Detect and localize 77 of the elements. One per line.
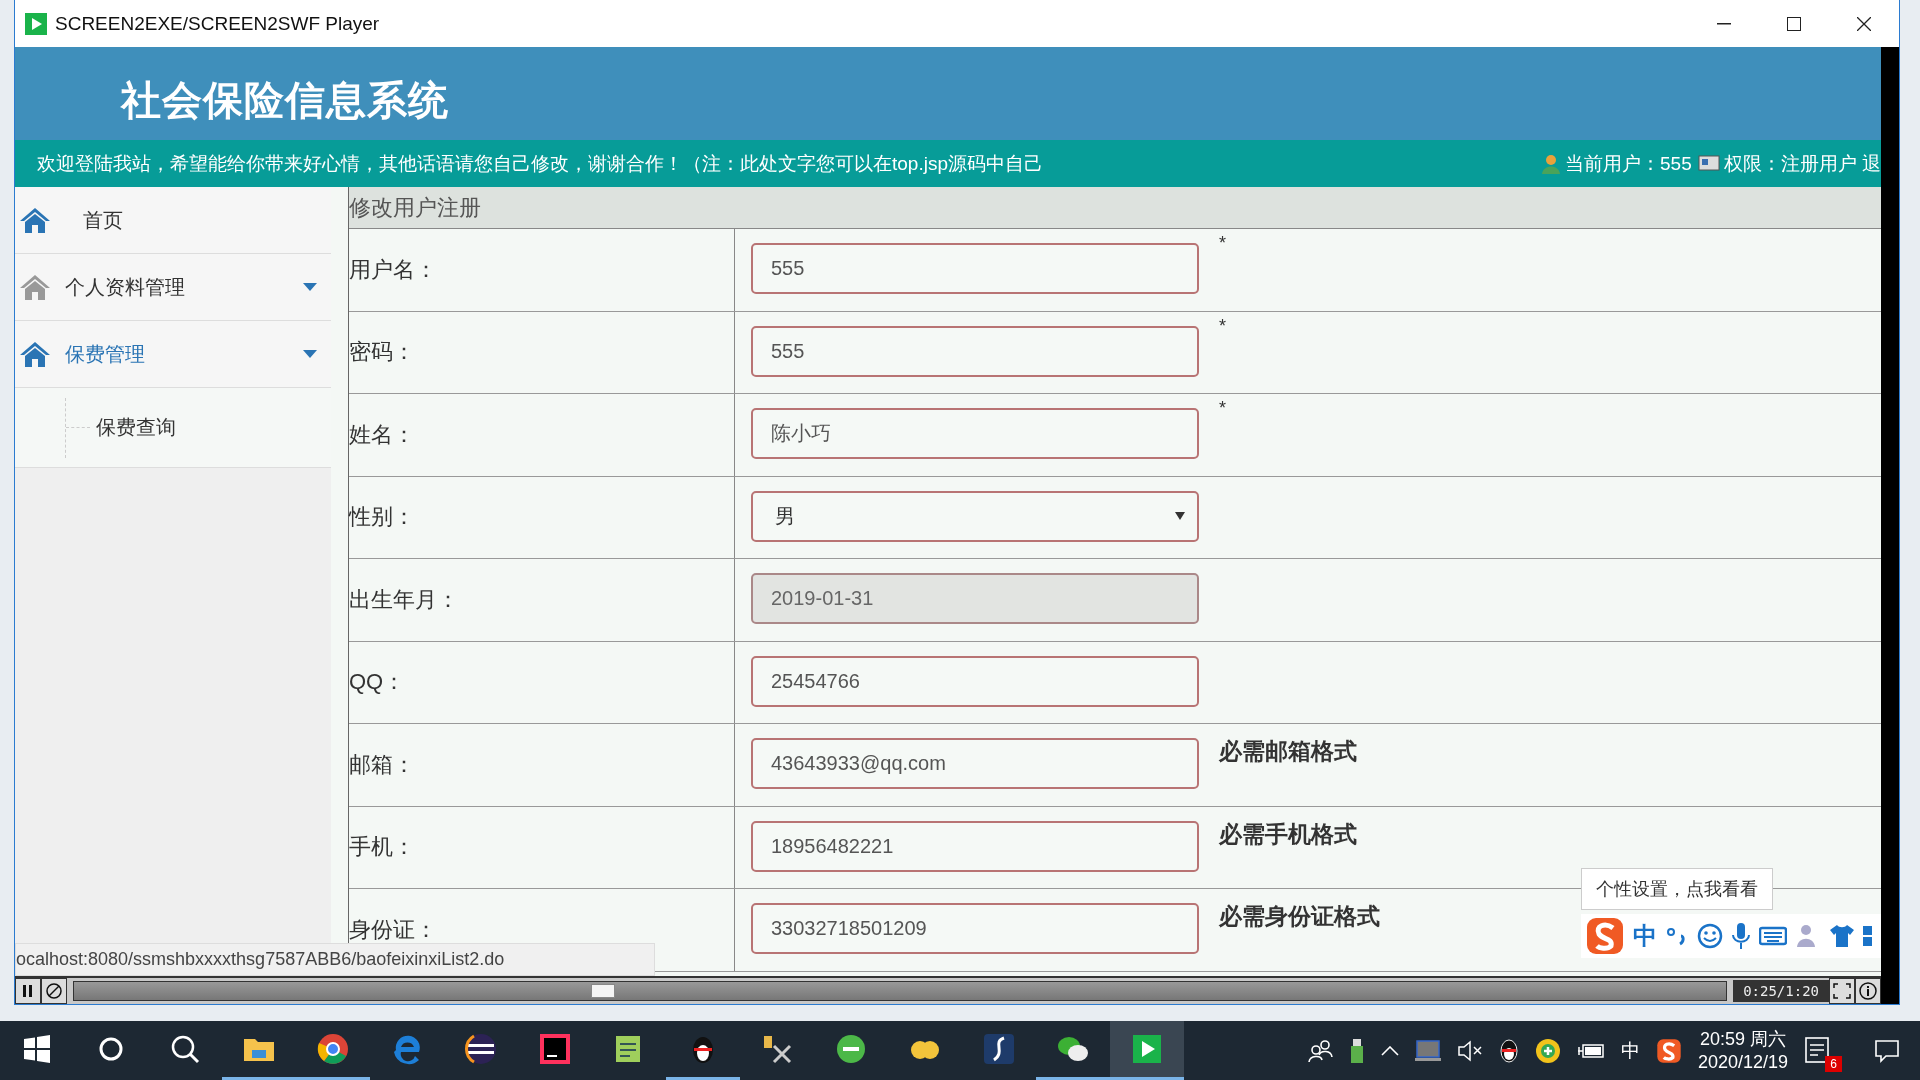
info-button[interactable] [1855,978,1881,1004]
field-label: 性别： [349,503,415,532]
input-field[interactable]: 43643933@qq.com [751,738,1199,789]
field-label: 手机： [349,833,415,862]
fullscreen-button[interactable] [1829,978,1855,1004]
sidebar-item[interactable]: 首页 [15,187,331,254]
sidebar-item[interactable]: 个人资料管理 [15,254,331,321]
notes-icon[interactable] [1804,1035,1830,1064]
shield-plus-icon[interactable] [1534,1037,1561,1064]
field-label: 姓名： [349,420,415,449]
caret-icon [303,350,317,358]
input-mode[interactable]: 中 [1633,920,1657,952]
submenu-link[interactable]: 保费查询 [96,414,176,441]
user-role: 权限：注册用户 退 [1723,151,1881,176]
dropdown-arrow-icon [1175,512,1185,520]
field-label: 用户名： [349,255,437,284]
emoji-icon[interactable] [1697,923,1723,949]
ime-logo-icon[interactable] [1655,1037,1682,1064]
field-label: 出生年月： [349,585,459,614]
current-user: 当前用户：555 [1565,151,1692,176]
notification-count: 6 [1825,1055,1842,1072]
monitor-icon[interactable] [1414,1039,1441,1062]
app-icon [25,12,47,35]
form-title: 修改用户注册 [349,187,1881,229]
microphone-icon[interactable] [1731,922,1751,950]
tooltip: 个性设置，点我看看 [1581,868,1773,910]
input-field[interactable]: 555 [751,325,1199,377]
site-title: 社会保险信息系统 [121,77,449,124]
progress-thumb[interactable] [590,984,615,998]
field-label: 邮箱： [349,750,415,779]
input-field[interactable]: 555 [751,243,1199,294]
close-icon [1857,16,1871,31]
taskbar-clock[interactable]: 20:59 周六 2020/12/19 [1697,1028,1788,1073]
pause-button[interactable] [15,978,41,1004]
muted-speaker-icon[interactable] [1456,1039,1483,1062]
sidebar-item[interactable]: 保费管理 [15,321,331,388]
chevron-up-icon[interactable] [1380,1045,1399,1056]
field-label: QQ： [349,668,406,697]
format-hint: 必需邮箱格式 [1219,737,1357,766]
scrollbar[interactable] [1881,47,1899,1004]
playback-time: 0:25/1:20 [1733,980,1829,1002]
home-icon [19,273,51,301]
action-center-icon[interactable] [1874,1038,1900,1063]
welcome-marquee: 欢迎登陆我站，希望能给你带来好心情，其他话语请您自己修改，谢谢合作！（注：此处文字您可以在top.jsp源码中自己 [37,151,1044,176]
user-icon [1541,153,1561,174]
caret-icon [303,283,317,291]
shirt-icon[interactable] [1829,923,1855,949]
field-label: 密码： [349,338,415,367]
status-url: ocalhost:8080/ssmshbxxxxthsg7587ABB6/baofeixinxiList2.do [15,943,655,976]
input-field[interactable]: 25454766 [751,655,1199,707]
language-indicator[interactable]: 中 [1620,1037,1640,1064]
format-hint: 必需身份证格式 [1219,902,1380,931]
script-icon[interactable] [982,1032,1016,1066]
taskbar-app[interactable] [1110,1021,1184,1080]
penguin-icon[interactable] [1498,1037,1519,1064]
format-hint: 必需手机格式 [1219,819,1357,849]
window-title: SCREEN2EXE/SCREEN2SWF Player [55,12,381,35]
required-mark: * [1219,315,1226,337]
input-field[interactable]: 18956482221 [751,820,1199,872]
ide-icon[interactable] [464,1032,498,1066]
input-field[interactable]: 陈小巧 [751,408,1199,459]
field-label: 身份证： [349,915,437,944]
minimize-icon [1717,22,1731,25]
input-field[interactable]: 33032718501209 [751,903,1199,954]
required-mark: * [1219,233,1226,254]
keyboard-icon[interactable] [1759,925,1787,947]
home-icon [19,206,51,234]
id-card-icon [1697,153,1720,174]
player-icon[interactable] [1130,1032,1164,1066]
select-field[interactable]: 男 [751,490,1199,542]
required-mark: * [1219,398,1226,419]
stop-button[interactable] [41,978,67,1004]
pause-icon [23,985,33,997]
people-icon[interactable] [1306,1037,1333,1064]
usb-icon[interactable] [1348,1037,1365,1064]
home-icon [19,340,51,368]
maximize-icon [1787,16,1801,31]
